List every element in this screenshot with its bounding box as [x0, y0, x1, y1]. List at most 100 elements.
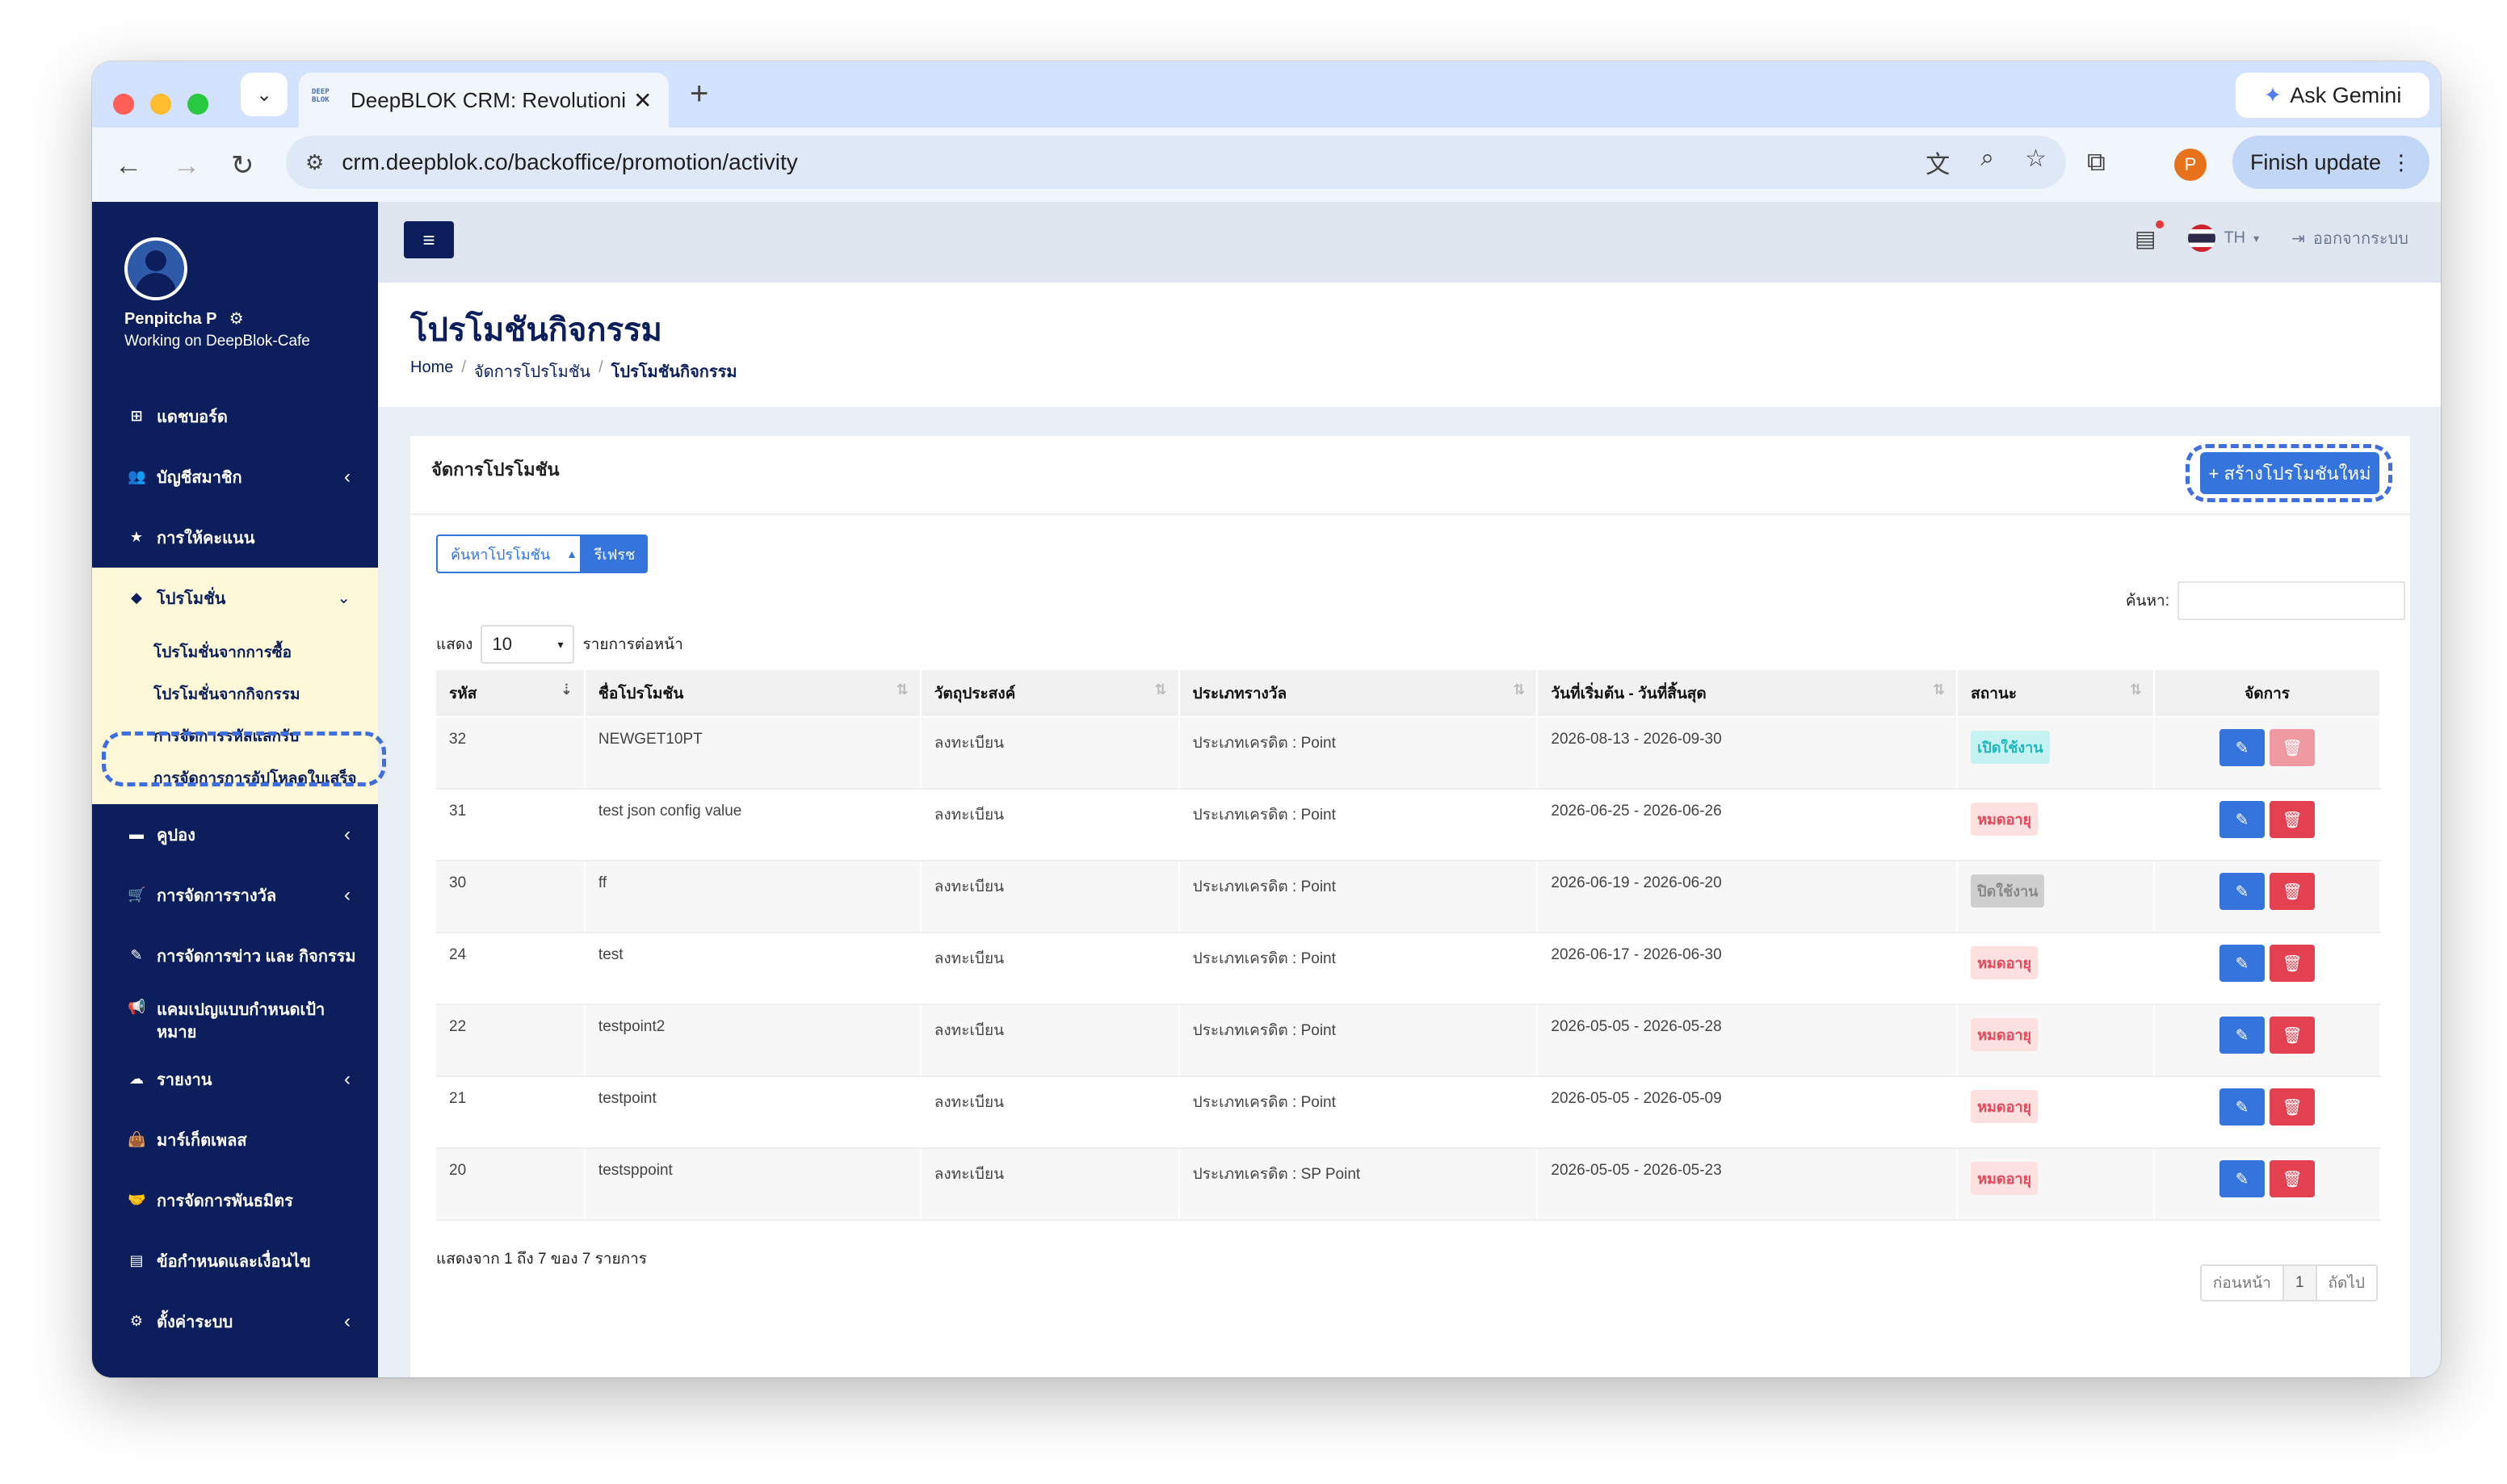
- breadcrumb-home[interactable]: Home: [410, 358, 453, 384]
- ask-gemini-label: Ask Gemini: [2290, 82, 2402, 107]
- ask-gemini-button[interactable]: ✦ Ask Gemini: [2236, 73, 2429, 118]
- sidebar-item-partners[interactable]: 🤝 การจัดการพันธมิตร: [92, 1170, 378, 1230]
- cell-purpose: ลงทะเบียน: [920, 1147, 1180, 1221]
- delete-button[interactable]: 🗑: [2270, 1088, 2316, 1126]
- sidebar-item-members[interactable]: 👥 บัญชีสมาชิก ‹: [92, 446, 378, 507]
- table-row: 31 test json config value ลงทะเบียน ประเภทเ…: [436, 788, 2381, 861]
- sidebar-item-points[interactable]: ★ การให้คะแนน: [92, 507, 378, 568]
- sidebar-item-rewards[interactable]: 🛒 การจัดการรางวัล ‹: [92, 865, 378, 925]
- url-text[interactable]: crm.deepblok.co/backoffice/promotion/act…: [342, 149, 797, 175]
- cell-date-range: 2026-08-13 - 2026-09-30: [1537, 716, 1959, 790]
- chevron-left-icon: ‹: [344, 1310, 351, 1332]
- sidebar-item-label: คูปอง: [157, 826, 195, 845]
- delete-button[interactable]: 🗑: [2270, 873, 2316, 910]
- sidebar-item-label: การให้คะแนน: [157, 529, 255, 547]
- sidebar-item-terms[interactable]: ▤ ข้อกำหนดและเงื่อนไข: [92, 1230, 378, 1291]
- close-window-button[interactable]: [113, 94, 134, 115]
- page-title: โปรโมชันกิจกรรม: [410, 312, 662, 348]
- status-badge: หมดอายุ: [1971, 1090, 2039, 1123]
- sidebar-item-settings[interactable]: ⚙ ตั้งค่าระบบ ‹: [92, 1291, 378, 1352]
- delete-button[interactable]: 🗑: [2270, 729, 2316, 766]
- tab-close-icon[interactable]: ✕: [633, 87, 652, 114]
- submenu-activity-promotion[interactable]: โปรโมชั่นจากกิจกรรม: [92, 673, 378, 715]
- language-switcher[interactable]: TH ▾: [2188, 224, 2259, 252]
- per-page-label: รายการต่อหน้า: [582, 636, 683, 653]
- bookmark-star-icon[interactable]: ☆: [2025, 145, 2047, 180]
- user-avatar[interactable]: [124, 237, 187, 300]
- forward-icon[interactable]: →: [173, 152, 200, 179]
- column-header-date-range[interactable]: วันที่เริ่มต้น - วันที่สิ้นสุด ⇅: [1537, 670, 1959, 717]
- gear-icon: ⚙: [129, 1313, 144, 1329]
- delete-button[interactable]: 🗑: [2270, 945, 2316, 982]
- card-header: จัดการโปรโมชัน + สร้างโปรโมชันใหม่: [410, 436, 2410, 515]
- search-input[interactable]: [2177, 581, 2405, 620]
- column-header-purpose[interactable]: วัตถุประสงค์ ⇅: [920, 670, 1180, 717]
- table-row: 24 test ลงทะเบียน ประเภทเครดิต : Point 2026-…: [436, 932, 2381, 1005]
- cell-purpose: ลงทะเบียน: [920, 716, 1180, 790]
- menu-toggle-button[interactable]: ≡: [404, 221, 454, 258]
- page-size-control: แสดง 10 ▾ รายการต่อหน้า: [436, 625, 683, 664]
- column-header-reward-type[interactable]: ประเภทรางวัล ⇅: [1178, 670, 1539, 717]
- extensions-icon[interactable]: ⧉: [2087, 147, 2106, 178]
- sidebar-item-news[interactable]: ✎ การจัดการข่าว และ กิจกรรม: [92, 925, 378, 986]
- table-row: 22 testpoint2 ลงทะเบียน ประเภทเครดิต : Poin…: [436, 1004, 2381, 1077]
- edit-icon: ✎: [2235, 739, 2249, 757]
- sidebar-item-promotion[interactable]: ◆ โปรโมชั่น ⌄: [92, 568, 378, 628]
- edit-button[interactable]: ✎: [2219, 801, 2266, 838]
- new-tab-button[interactable]: +: [690, 78, 708, 110]
- finish-update-button[interactable]: Finish update ⋮: [2232, 136, 2429, 189]
- address-bar[interactable]: ⚙ crm.deepblok.co/backoffice/promotion/a…: [286, 136, 2066, 189]
- settings-gear-icon[interactable]: ⚙: [229, 310, 244, 328]
- column-header-id[interactable]: รหัส ⇣: [436, 670, 586, 717]
- refresh-button[interactable]: รีเฟรช: [582, 534, 648, 573]
- profile-avatar[interactable]: P: [2174, 149, 2207, 181]
- sort-icon: ⇅: [1154, 681, 1167, 698]
- chevron-left-icon: ‹: [344, 1067, 351, 1090]
- delete-button[interactable]: 🗑: [2270, 1160, 2316, 1197]
- sidebar-item-coupons[interactable]: ▬ คูปอง ‹: [92, 804, 378, 865]
- translate-icon[interactable]: 文: [1925, 145, 1950, 180]
- site-settings-icon[interactable]: ⚙: [305, 150, 324, 175]
- minimize-window-button[interactable]: [150, 94, 171, 115]
- breadcrumb-manage-promotion[interactable]: จัดการโปรโมชัน: [474, 358, 590, 384]
- trash-icon: 🗑: [2282, 811, 2303, 829]
- page-size-select[interactable]: 10 ▾: [481, 625, 575, 664]
- cell-actions: ✎ 🗑: [2154, 716, 2381, 790]
- sidebar-item-targeted-campaign[interactable]: 📢 แคมเปญแบบกำหนดเป้าหมาย: [92, 986, 378, 1049]
- submenu-purchase-promotion[interactable]: โปรโมชั่นจากการซื้อ: [92, 631, 378, 673]
- edit-button[interactable]: ✎: [2219, 1088, 2266, 1126]
- edit-button[interactable]: ✎: [2219, 1017, 2266, 1054]
- edit-button[interactable]: ✎: [2219, 945, 2266, 982]
- tab-active[interactable]: DEEP BLOK DeepBLOK CRM: Revolutioniz ✕: [299, 73, 669, 128]
- edit-button[interactable]: ✎: [2219, 1160, 2266, 1197]
- pagination-next[interactable]: ถัดไป: [2317, 1266, 2376, 1300]
- cell-status: หมดอายุ: [1957, 932, 2156, 1005]
- search-promotion-toggle[interactable]: ค้นหาโปรโมชัน ▲: [436, 534, 582, 573]
- maximize-window-button[interactable]: [187, 94, 208, 115]
- status-badge: ปิดใช้งาน: [1971, 874, 2045, 908]
- sidebar-item-marketplace[interactable]: 👜 มาร์เก็ตเพลส: [92, 1109, 378, 1170]
- edit-button[interactable]: ✎: [2219, 873, 2266, 910]
- tab-search-button[interactable]: ⌄: [241, 73, 288, 116]
- cell-reward-type: ประเภทเครดิต : SP Point: [1178, 1147, 1539, 1221]
- back-icon[interactable]: ←: [115, 152, 142, 179]
- delete-button[interactable]: 🗑: [2270, 1017, 2316, 1054]
- delete-button[interactable]: 🗑: [2270, 801, 2316, 838]
- pagination-page-1[interactable]: 1: [2282, 1266, 2317, 1300]
- zoom-icon[interactable]: ⌕: [1980, 145, 1994, 180]
- user-name: Penpitcha P: [124, 310, 217, 328]
- edit-button[interactable]: ✎: [2219, 729, 2266, 766]
- logout-button[interactable]: ⇥ ออกจากระบบ: [2291, 225, 2408, 251]
- column-header-status[interactable]: สถานะ ⇅: [1957, 670, 2156, 717]
- kebab-menu-icon: ⋮: [2391, 149, 2413, 174]
- cell-id: 31: [436, 788, 586, 861]
- pagination-prev[interactable]: ก่อนหน้า: [2202, 1266, 2282, 1300]
- sidebar-item-reports[interactable]: ☁ รายงาน ‹: [92, 1049, 378, 1109]
- sidebar-item-dashboard[interactable]: ⊞ แดชบอร์ด: [92, 386, 378, 446]
- news-icon[interactable]: ▤: [2135, 220, 2165, 252]
- page-header: โปรโมชันกิจกรรม Home / จัดการโปรโมชัน / โป…: [378, 283, 2441, 407]
- cell-actions: ✎ 🗑: [2154, 860, 2381, 933]
- reload-icon[interactable]: ↻: [231, 152, 254, 179]
- column-header-name[interactable]: ชื่อโปรโมชัน ⇅: [584, 670, 922, 717]
- cell-date-range: 2026-06-25 - 2026-06-26: [1537, 788, 1959, 861]
